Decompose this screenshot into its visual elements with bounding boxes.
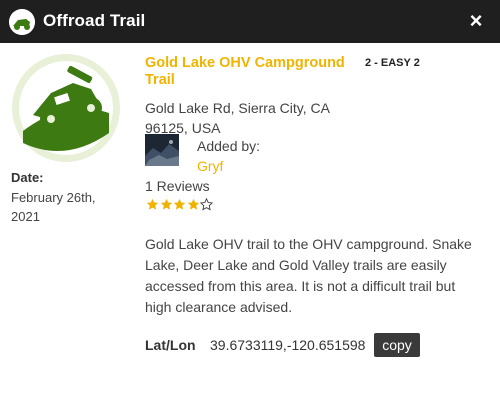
trail-address: Gold Lake Rd, Sierra City, CA 96125, USA	[145, 100, 330, 136]
star-empty-icon	[200, 198, 213, 211]
difficulty-badge: 2 - EASY 2	[365, 57, 420, 69]
trail-title-link[interactable]: Gold Lake OHV Campground Trail	[145, 55, 355, 89]
star-filled-icon	[187, 198, 199, 210]
star-filled-icon	[160, 198, 172, 210]
copy-button[interactable]: copy	[374, 333, 420, 357]
offroad-trail-logo-icon	[11, 53, 121, 163]
close-icon[interactable]: ×	[466, 10, 486, 32]
jeep-icon	[9, 9, 35, 35]
popup-header: Offroad Trail ×	[0, 0, 500, 43]
date-value: February 26th, 2021	[11, 190, 96, 224]
star-rating	[146, 198, 214, 211]
added-by-label: Added by:	[197, 138, 261, 154]
popup-title: Offroad Trail	[43, 11, 146, 30]
reviews-count[interactable]: 1 Reviews	[145, 178, 210, 194]
date-label: Date:	[11, 170, 44, 185]
trail-description: Gold Lake OHV trail to the OHV campgroun…	[145, 236, 472, 315]
latlon-value: 39.6733119,-120.651598	[210, 337, 366, 353]
latlon-label: Lat/Lon	[145, 337, 196, 353]
user-avatar[interactable]	[145, 134, 179, 166]
star-filled-icon	[146, 198, 159, 210]
added-by-user-link[interactable]: Gryf	[197, 158, 223, 174]
star-filled-icon	[173, 198, 186, 210]
